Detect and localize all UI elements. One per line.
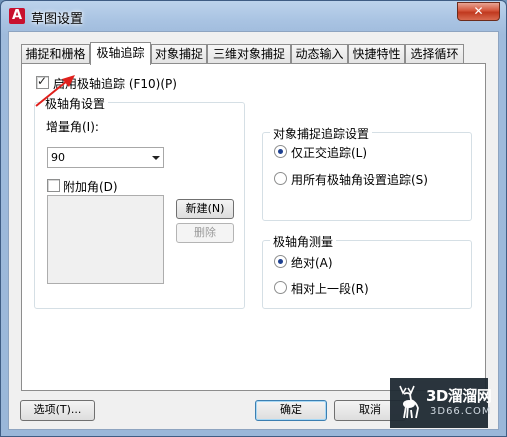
tab-polar-tracking[interactable]: 极轴追踪	[90, 42, 151, 65]
tab-label: 三维对象捕捉	[212, 47, 285, 61]
tab-selection-cycling[interactable]: 选择循环	[405, 44, 464, 64]
close-icon: ✕	[473, 4, 484, 18]
increment-angle-value: 90	[51, 151, 65, 164]
ok-button[interactable]: 确定	[255, 400, 327, 421]
additional-angles-label[interactable]: 附加角(D)	[63, 178, 118, 195]
tab-label: 极轴追踪	[96, 46, 145, 60]
object-snap-tracking-title: 对象捕捉追踪设置	[270, 125, 373, 142]
relative-measurement-label[interactable]: 相对上一段(R)	[291, 280, 369, 297]
object-snap-tracking-group: 对象捕捉追踪设置 仅正交追踪(L) 用所有极轴角设置追踪(S)	[262, 125, 472, 221]
deer-logo-icon	[399, 385, 419, 419]
tab-snap-grid[interactable]: 捕捉和栅格	[21, 44, 90, 64]
close-button[interactable]: ✕	[457, 2, 500, 21]
dialog-window: A 草图设置 ✕ 捕捉和栅格 极轴追踪 对象捕捉 三维对象捕捉 动态输入 快捷特…	[0, 0, 507, 437]
orthogonal-tracking-label[interactable]: 仅正交追踪(L)	[291, 144, 367, 161]
new-angle-button[interactable]: 新建(N)	[176, 199, 234, 219]
chevron-down-icon	[152, 156, 160, 160]
window-title: 草图设置	[31, 12, 84, 27]
tab-object-snap[interactable]: 对象捕捉	[151, 44, 207, 64]
all-polar-tracking-label[interactable]: 用所有极轴角设置追踪(S)	[291, 171, 428, 188]
tab-quick-properties[interactable]: 快捷特性	[348, 44, 405, 64]
polar-angle-measurement-title: 极轴角测量	[270, 233, 337, 250]
tab-3d-object-snap[interactable]: 三维对象捕捉	[207, 44, 291, 64]
polar-tracking-panel: 启用极轴追踪 (F10)(P) 极轴角设置 增量角(I): 90 附加角(D) …	[21, 63, 486, 391]
tab-dynamic-input[interactable]: 动态输入	[291, 44, 348, 64]
title-bar[interactable]: A 草图设置 ✕	[1, 1, 506, 31]
increment-angle-select[interactable]: 90	[47, 147, 164, 168]
tab-label: 选择循环	[410, 47, 459, 61]
site-watermark: 3D溜溜网 3D66.COM	[390, 378, 492, 428]
relative-measurement-radio[interactable]	[274, 281, 287, 294]
additional-angles-list[interactable]	[47, 195, 164, 284]
additional-angles-checkbox[interactable]	[47, 179, 60, 192]
tab-label: 捕捉和栅格	[25, 47, 86, 61]
autocad-app-icon: A	[9, 8, 25, 24]
absolute-measurement-radio[interactable]	[274, 255, 287, 268]
all-polar-tracking-radio[interactable]	[274, 172, 287, 185]
tab-label: 对象捕捉	[154, 47, 203, 61]
options-button[interactable]: 选项(T)...	[20, 400, 95, 421]
watermark-domain: 3D66.COM	[430, 406, 492, 417]
tab-label: 动态输入	[295, 47, 344, 61]
delete-angle-button[interactable]: 删除	[176, 223, 234, 243]
orthogonal-tracking-radio[interactable]	[274, 145, 287, 158]
increment-angle-label: 增量角(I):	[46, 120, 99, 134]
polar-angle-settings-group: 极轴角设置 增量角(I): 90 附加角(D) 新建(N) 删除	[34, 95, 245, 309]
absolute-measurement-label[interactable]: 绝对(A)	[291, 254, 333, 271]
dialog-client-area: 捕捉和栅格 极轴追踪 对象捕捉 三维对象捕捉 动态输入 快捷特性 选择循环 启用…	[8, 31, 499, 430]
watermark-brand: 3D溜溜网	[426, 387, 492, 405]
tab-label: 快捷特性	[352, 47, 401, 61]
polar-angle-measurement-group: 极轴角测量 绝对(A) 相对上一段(R)	[262, 233, 472, 309]
annotation-arrow-icon	[35, 75, 75, 107]
